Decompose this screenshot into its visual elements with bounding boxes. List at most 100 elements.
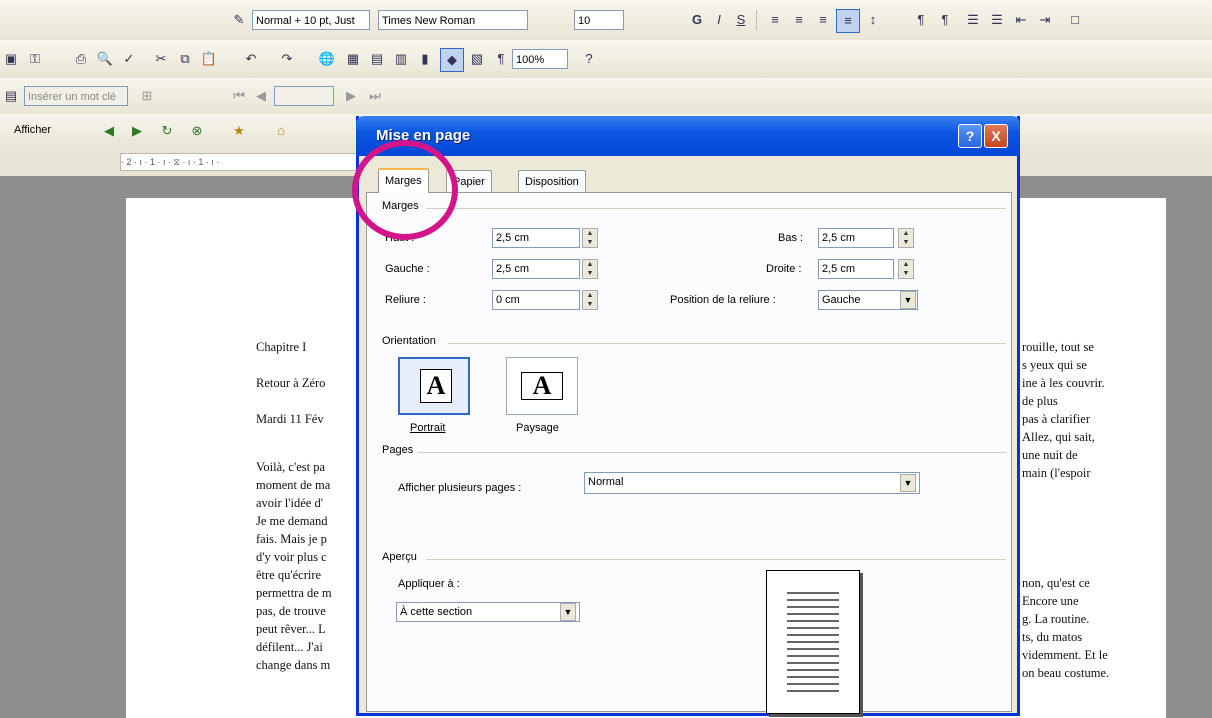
document-line-left: d'y voir plus c (256, 550, 327, 564)
insert-keyword-combo[interactable]: Insérer un mot clé (24, 86, 128, 106)
copy-icon[interactable]: ⧉ (174, 48, 196, 70)
next-record-icon[interactable]: ▶ (340, 85, 362, 107)
justify-icon[interactable]: ≡ (836, 9, 860, 33)
last-record-icon[interactable]: ⏭ (364, 85, 386, 107)
left-margin-field[interactable]: 2,5 cm (492, 259, 580, 279)
web-home-icon[interactable]: ⌂ (270, 120, 292, 142)
align-right-icon[interactable]: ≡ (812, 9, 834, 31)
first-record-icon[interactable]: ⏮ (228, 85, 250, 107)
gutter-field[interactable]: 0 cm (492, 290, 580, 310)
merge-field-icon[interactable]: ⊞ (136, 85, 158, 107)
document-line-right: non, qu'est ce (1022, 576, 1090, 590)
dialog-titlebar[interactable]: Mise en page ? X (356, 116, 1020, 156)
italic-button[interactable]: I (708, 9, 730, 31)
borders-icon[interactable]: □ (1064, 9, 1086, 31)
zoom-combo[interactable]: 100% (512, 49, 568, 69)
excel-icon[interactable]: ▥ (390, 48, 412, 70)
document-line-right: ts, du matos (1022, 630, 1083, 644)
spelling-icon[interactable]: ✓ (118, 48, 140, 70)
document-line-left: permettra de m (256, 586, 332, 600)
document-line-left: avoir l'idée d' (256, 496, 323, 510)
cut-icon[interactable]: ✂ (150, 48, 172, 70)
top-margin-field[interactable]: 2,5 cm (492, 228, 580, 248)
document-map-icon[interactable]: ▧ (466, 48, 488, 70)
paste-icon[interactable]: 📋 (198, 48, 220, 70)
tables-icon[interactable]: ▦ (342, 48, 364, 70)
main-document-icon[interactable]: ▤ (0, 85, 22, 107)
landscape-option[interactable]: A (506, 357, 578, 415)
permission-icon[interactable]: ⚿ (24, 48, 46, 70)
previous-record-icon[interactable]: ◀ (250, 85, 272, 107)
left-margin-spinner[interactable]: ▲ ▼ (582, 259, 598, 279)
print-icon[interactable]: ⎙ (70, 48, 92, 70)
document-line-right: g. La routine. (1022, 612, 1090, 626)
bullets-icon[interactable]: ☰ (986, 9, 1008, 31)
line-spacing-icon[interactable]: ↕ (862, 9, 884, 31)
record-number-field[interactable] (274, 86, 334, 106)
help-icon[interactable]: ? (578, 48, 600, 70)
document-line-right: main (l'espoir (1022, 466, 1091, 480)
close-button[interactable]: X (984, 124, 1008, 148)
gutter-position-dropdown-icon[interactable]: ▼ (900, 291, 916, 309)
document-line-right: une nuit de (1022, 448, 1078, 462)
forward-icon[interactable]: ▶ (126, 120, 148, 142)
right-margin-spinner[interactable]: ▲ ▼ (898, 259, 914, 279)
preview-group-rule (426, 559, 1006, 560)
font-size-combo[interactable]: 10 (574, 10, 624, 30)
stop-icon[interactable]: ⊗ (186, 120, 208, 142)
document-line-right: de plus (1022, 394, 1058, 408)
landscape-label[interactable]: Paysage (516, 422, 559, 434)
document-line-left: Mardi 11 Fév (256, 412, 324, 426)
portrait-option[interactable]: A (398, 357, 470, 415)
page-preview (766, 570, 860, 714)
gutter-position-label: Position de la reliure : (670, 294, 776, 306)
styles-icon[interactable]: ✎ (228, 9, 250, 31)
right-margin-field[interactable]: 2,5 cm (818, 259, 894, 279)
pages-group-label: Pages (382, 444, 418, 456)
style-combo[interactable]: Normal + 10 pt, Just (252, 10, 370, 30)
print-preview-icon[interactable]: 🔍 (94, 48, 116, 70)
document-line-left: peut rêver... L (256, 622, 326, 636)
gutter-spinner[interactable]: ▲ ▼ (582, 290, 598, 310)
document-line-left: Retour à Zéro (256, 376, 326, 390)
refresh-icon[interactable]: ↻ (156, 120, 178, 142)
show-hide-icon[interactable]: ¶ (490, 48, 512, 70)
multiple-pages-select[interactable]: Normal (584, 472, 920, 494)
redo-icon[interactable]: ↷ (276, 48, 298, 70)
save-icon[interactable]: ▣ (0, 48, 22, 70)
hyperlink-icon[interactable]: 🌐 (316, 48, 338, 70)
back-icon[interactable]: ◀ (98, 120, 120, 142)
numbering-icon[interactable]: ☰ (962, 9, 984, 31)
document-line-left: moment de ma (256, 478, 331, 492)
bottom-margin-field[interactable]: 2,5 cm (818, 228, 894, 248)
font-combo[interactable]: Times New Roman (378, 10, 528, 30)
align-left-icon[interactable]: ≡ (764, 9, 786, 31)
show-menu-button[interactable]: Afficher (14, 124, 51, 136)
bold-button[interactable]: G (686, 9, 708, 31)
columns-icon[interactable]: ▮ (414, 48, 436, 70)
apply-to-dropdown-icon[interactable]: ▼ (560, 603, 576, 621)
portrait-label[interactable]: Portrait (410, 422, 445, 434)
rtl-icon[interactable]: ¶ (934, 9, 956, 31)
orientation-group-label: Orientation (382, 335, 440, 347)
decrease-indent-icon[interactable]: ⇤ (1010, 9, 1032, 31)
favorites-icon[interactable]: ★ (228, 120, 250, 142)
multiple-pages-dropdown-icon[interactable]: ▼ (900, 474, 916, 492)
ltr-icon[interactable]: ¶ (910, 9, 932, 31)
apply-to-select[interactable]: À cette section (396, 602, 580, 622)
help-button[interactable]: ? (958, 124, 982, 148)
align-center-icon[interactable]: ≡ (788, 9, 810, 31)
drawing-icon[interactable]: ◆ (440, 48, 464, 72)
increase-indent-icon[interactable]: ⇥ (1034, 9, 1056, 31)
preview-lines (787, 587, 839, 697)
ruler-scale[interactable]: · 2 · ı · 1 · ı · ⧖ · ı · 1 · ı · (120, 153, 362, 171)
top-margin-spinner[interactable]: ▲ ▼ (582, 228, 598, 248)
margins-group-rule (426, 208, 1006, 209)
document-line-right: Encore une (1022, 594, 1079, 608)
underline-button[interactable]: S (730, 9, 752, 31)
tab-layout[interactable]: Disposition (518, 170, 586, 192)
undo-icon[interactable]: ↶ (240, 48, 262, 70)
bottom-margin-spinner[interactable]: ▲ ▼ (898, 228, 914, 248)
document-line-right: videmment. Et le (1022, 648, 1108, 662)
insert-table-icon[interactable]: ▤ (366, 48, 388, 70)
